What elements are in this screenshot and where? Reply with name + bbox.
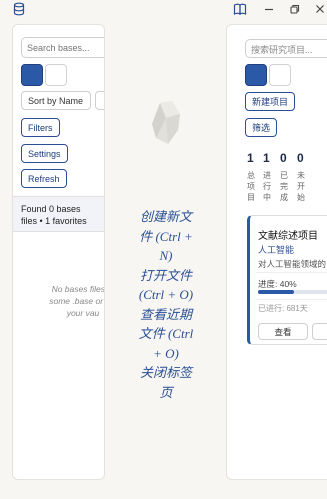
- new-project-label: 新建项目: [252, 97, 289, 107]
- shortcut-recent-files[interactable]: 查看近期 文件 (Ctrl + O): [134, 305, 198, 364]
- shortcut-line: 页: [159, 384, 173, 400]
- project-search-placeholder: 搜索研究项目...: [251, 45, 313, 55]
- stat-total-label: 总项目: [247, 171, 255, 202]
- project-card[interactable]: 文献综述项目 人工智能 对人工智能领域的 进度: 40% 已进行: 681天 查…: [247, 215, 327, 345]
- stat-pending-label: 未开始: [297, 171, 305, 202]
- shortcut-line: 打开文件: [139, 267, 192, 283]
- empty-line-1: No bases files fo: [51, 284, 105, 294]
- refresh-label: Refresh: [28, 173, 60, 184]
- list-view-toggle[interactable]: [269, 64, 291, 86]
- view-button[interactable]: 查看: [258, 323, 308, 340]
- minimize-icon[interactable]: [262, 2, 276, 16]
- filters-label: Filters: [28, 122, 53, 133]
- card-progress-label: 进度: 40%: [258, 279, 297, 289]
- divider: [256, 299, 327, 300]
- progress-bar: [258, 290, 327, 294]
- stat-total-value: 1: [247, 151, 254, 165]
- shortcut-open-file[interactable]: 打开文件 (Ctrl + O): [134, 266, 198, 305]
- filters-button[interactable]: Filters: [21, 118, 60, 137]
- shortcut-line: N): [159, 248, 173, 263]
- sort-direction-button[interactable]: [95, 91, 104, 110]
- card-description: 对人工智能领域的: [258, 259, 327, 269]
- card-tag: 人工智能: [258, 245, 295, 255]
- shortcut-new-file[interactable]: 创建新文 件 (Ctrl + N): [134, 207, 198, 266]
- shortcut-line: 关闭标签: [139, 365, 192, 380]
- bases-status: Found 0 bases files • 1 favorites: [13, 196, 104, 232]
- progress-fill: [258, 290, 294, 294]
- stat-done-value: 0: [280, 151, 287, 165]
- stat-pending-value: 0: [297, 151, 304, 165]
- research-panel: 搜索研究项目... 新建项目 筛选 1 1 0 0 总项目 进行中 已完成 未开…: [226, 24, 327, 480]
- sort-dropdown[interactable]: Sort by Name: [21, 91, 91, 110]
- shortcut-line: + O): [153, 345, 179, 361]
- search-bases-input[interactable]: [21, 37, 104, 58]
- bases-panel: Sort by Name Filters Settings Refresh Fo…: [12, 24, 105, 480]
- shortcut-line: (Ctrl + O): [138, 287, 194, 302]
- status-line-1: Found 0 bases: [21, 204, 81, 214]
- book-icon[interactable]: [233, 2, 247, 16]
- new-project-button[interactable]: 新建项目: [245, 92, 296, 111]
- filter-label: 筛选: [252, 123, 271, 133]
- shortcut-line: 件 (Ctrl +: [139, 228, 193, 244]
- grid-view-toggle[interactable]: [21, 64, 43, 86]
- refresh-button[interactable]: Refresh: [21, 169, 67, 188]
- shortcut-line: 文件 (Ctrl: [138, 326, 194, 341]
- divider: [256, 272, 327, 273]
- edit-button[interactable]: [312, 323, 327, 340]
- settings-label: Settings: [28, 148, 61, 159]
- stat-active-value: 1: [263, 151, 270, 165]
- filter-button[interactable]: 筛选: [245, 118, 278, 137]
- card-elapsed: 已进行: 681天: [258, 304, 308, 313]
- database-icon[interactable]: [12, 2, 26, 16]
- close-icon[interactable]: [313, 2, 327, 16]
- sort-label: Sort by Name: [28, 95, 84, 106]
- shortcut-line: 查看近期: [139, 306, 192, 322]
- list-view-toggle[interactable]: [45, 64, 67, 86]
- obsidian-logo-icon: [146, 100, 186, 146]
- stat-done-label: 已完成: [280, 171, 288, 202]
- empty-line-2: some .base or .bc: [49, 296, 104, 306]
- shortcut-list: 创建新文 件 (Ctrl + N) 打开文件 (Ctrl + O) 查看近期 文…: [134, 207, 198, 402]
- grid-view-toggle[interactable]: [245, 64, 267, 86]
- status-line-2: files • 1 favorites: [21, 216, 87, 226]
- settings-button[interactable]: Settings: [21, 144, 68, 163]
- restore-icon[interactable]: [288, 2, 302, 16]
- stat-active-label: 进行中: [263, 171, 271, 202]
- top-bar: [0, 0, 327, 20]
- view-label: 查看: [274, 326, 292, 337]
- shortcut-line: 创建新文: [139, 209, 192, 224]
- shortcut-close-tab[interactable]: 关闭标签 页: [134, 363, 198, 402]
- card-title: 文献综述项目: [258, 231, 318, 242]
- empty-message: No bases files fo some .base or .bc your…: [33, 283, 105, 319]
- empty-line-3: your vau: [66, 308, 100, 318]
